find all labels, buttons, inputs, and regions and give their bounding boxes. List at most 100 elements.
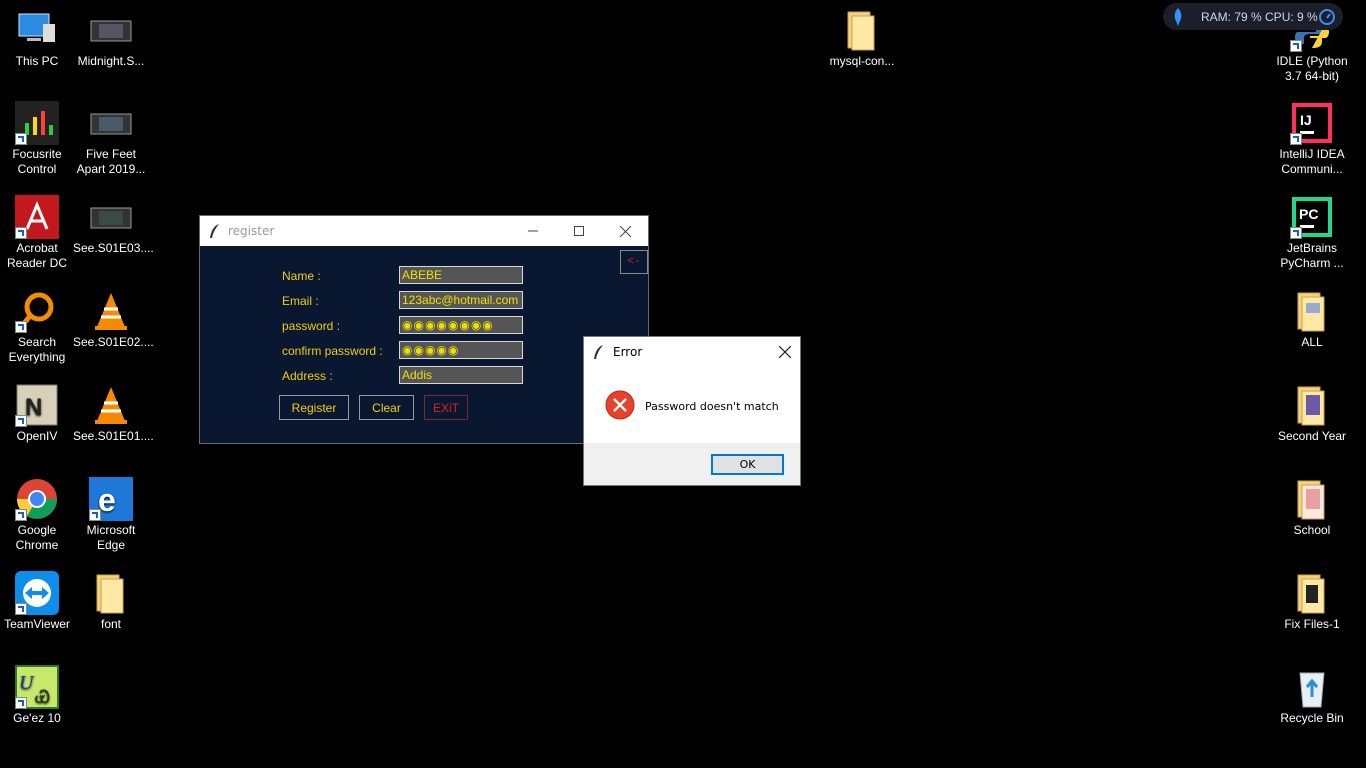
desktop-icon-teamviewer[interactable]: TeamViewer xyxy=(0,571,75,632)
performance-meter[interactable]: RAM: 79 % CPU: 9 % xyxy=(1163,3,1343,30)
confirm-password-label: confirm password : xyxy=(282,344,383,358)
ok-button[interactable]: OK xyxy=(711,454,784,475)
feather-icon xyxy=(210,224,219,238)
meter-text: RAM: 79 % CPU: 9 % xyxy=(1201,9,1318,24)
email-field[interactable]: 123abc@hotmail.com xyxy=(399,291,523,309)
desktop-icon-label: IntelliJ IDEA Communi... xyxy=(1279,147,1345,176)
desktop-icon-label: Google Chrome xyxy=(15,523,59,552)
shortcut-arrow-icon xyxy=(15,415,27,427)
shortcut-arrow-icon xyxy=(15,133,27,145)
minimize-icon xyxy=(528,230,538,232)
desktop-icon-openiv[interactable]: N OpenIV xyxy=(0,383,75,444)
desktop-icon-five-feet-apart[interactable]: Five Feet Apart 2019... xyxy=(73,101,149,177)
desktop-icon-label: Ge'ez 10 xyxy=(13,711,61,725)
register-button[interactable]: Register xyxy=(279,395,349,420)
clear-button[interactable]: Clear xyxy=(359,395,414,420)
register-window: register <- Name : ABEBE Email : 123abc@… xyxy=(199,215,649,444)
desktop-icon-label: TeamViewer xyxy=(4,617,70,631)
confirm-password-field[interactable]: ◉◉◉◉◉ xyxy=(399,341,523,359)
desktop-icon-label: Microsoft Edge xyxy=(86,523,136,552)
desktop-icon-label: This PC xyxy=(15,54,59,68)
openiv-icon: N xyxy=(15,383,59,427)
folder-icon xyxy=(1290,289,1334,333)
shortcut-arrow-icon xyxy=(1290,227,1302,239)
desktop-icon-search-everything[interactable]: Search Everything xyxy=(0,289,75,365)
desktop-icon-label: Five Feet Apart 2019... xyxy=(76,147,146,176)
vlc-icon xyxy=(89,383,133,427)
desktop-icon-see-s01e02[interactable]: See.S01E02.... xyxy=(73,289,154,350)
edge-icon: e xyxy=(89,477,133,521)
register-titlebar[interactable]: register xyxy=(200,216,648,246)
desktop-icon-school[interactable]: School xyxy=(1274,477,1350,538)
shortcut-arrow-icon xyxy=(15,227,27,239)
focusrite-icon xyxy=(15,101,59,145)
maximize-button[interactable] xyxy=(556,216,602,246)
desktop-icon-see-s01e01[interactable]: See.S01E01.... xyxy=(73,383,154,444)
folder-icon xyxy=(1290,571,1334,615)
folder-icon xyxy=(1290,477,1334,521)
desktop-icon-label: mysql-con... xyxy=(829,54,895,68)
name-label: Name : xyxy=(282,269,321,283)
gauge-icon xyxy=(1319,9,1335,25)
shortcut-arrow-icon xyxy=(15,603,27,615)
error-dialog: Error Password doesn't match OK xyxy=(583,336,801,486)
search-everything-icon xyxy=(15,289,59,333)
svg-text:PC: PC xyxy=(1299,206,1318,222)
desktop-icon-acrobat[interactable]: Acrobat Reader DC xyxy=(0,195,75,271)
desktop-icon-label: See.S01E02.... xyxy=(73,335,154,349)
minimize-button[interactable] xyxy=(510,216,556,246)
shortcut-arrow-icon xyxy=(1290,40,1302,52)
desktop-icon-label: Midnight.S... xyxy=(77,54,145,68)
feather-icon xyxy=(594,345,603,359)
password-label: password : xyxy=(282,319,341,333)
folder-icon xyxy=(89,571,133,615)
desktop-icon-font[interactable]: font xyxy=(73,571,149,632)
desktop-icon-label: See.S01E03.... xyxy=(73,241,154,255)
intellij-icon: IJ xyxy=(1290,101,1334,145)
desktop-icon-intellij[interactable]: IJ IntelliJ IDEA Communi... xyxy=(1274,101,1350,177)
geez-icon: UᏯ xyxy=(15,665,59,709)
folder-icon xyxy=(840,8,884,52)
address-field[interactable]: Addis xyxy=(399,366,523,384)
desktop-icon-all[interactable]: ALL xyxy=(1274,289,1350,350)
close-button[interactable] xyxy=(602,216,648,246)
desktop-icon-chrome[interactable]: Google Chrome xyxy=(0,477,75,553)
desktop-icon-see-s01e03[interactable]: See.S01E03.... xyxy=(73,195,154,256)
error-close-button[interactable] xyxy=(770,337,800,367)
error-message: Password doesn't match xyxy=(645,400,779,413)
password-field[interactable]: ◉◉◉◉◉◉◉◉ xyxy=(399,316,523,334)
error-titlebar[interactable]: Error xyxy=(584,337,800,367)
desktop-icon-mysql-connector[interactable]: mysql-con... xyxy=(824,8,900,69)
desktop-icon-second-year[interactable]: Second Year xyxy=(1274,383,1350,444)
shortcut-arrow-icon xyxy=(15,697,27,709)
error-footer: OK xyxy=(584,443,800,485)
desktop-icon-midnight[interactable]: Midnight.S... xyxy=(73,8,149,69)
desktop-icon-focusrite[interactable]: Focusrite Control xyxy=(0,101,75,177)
register-title: register xyxy=(228,224,275,238)
desktop-icon-label: Second Year xyxy=(1277,429,1347,443)
video-file-icon xyxy=(89,8,133,52)
email-label: Email : xyxy=(282,294,319,308)
desktop-icon-edge[interactable]: e Microsoft Edge xyxy=(73,477,149,553)
desktop-icon-fix-files[interactable]: Fix Files-1 xyxy=(1274,571,1350,632)
maximize-icon xyxy=(574,226,584,236)
shortcut-arrow-icon xyxy=(1290,133,1302,145)
desktop-icon-label: IDLE (Python 3.7 64-bit) xyxy=(1276,54,1348,83)
error-icon xyxy=(605,390,635,420)
shortcut-arrow-icon xyxy=(15,321,27,333)
svg-text:U: U xyxy=(19,672,35,694)
desktop-icon-label: School xyxy=(1293,523,1331,537)
back-button[interactable]: <- xyxy=(620,250,648,274)
video-file-icon xyxy=(89,195,133,239)
desktop-icon-recycle-bin[interactable]: Recycle Bin xyxy=(1274,665,1350,726)
pycharm-icon: PC xyxy=(1290,195,1334,239)
desktop-icon-pycharm[interactable]: PC JetBrains PyCharm ... xyxy=(1274,195,1350,271)
svg-text:N: N xyxy=(25,394,42,421)
chrome-icon xyxy=(15,477,59,521)
desktop-icon-this-pc[interactable]: This PC xyxy=(0,8,75,69)
desktop-icon-label: Acrobat Reader DC xyxy=(6,241,68,270)
name-field[interactable]: ABEBE xyxy=(399,266,523,284)
desktop-icon-label: ALL xyxy=(1301,335,1323,349)
desktop-icon-geez[interactable]: UᏯ Ge'ez 10 xyxy=(0,665,75,726)
exit-button[interactable]: EXiT xyxy=(424,395,468,420)
